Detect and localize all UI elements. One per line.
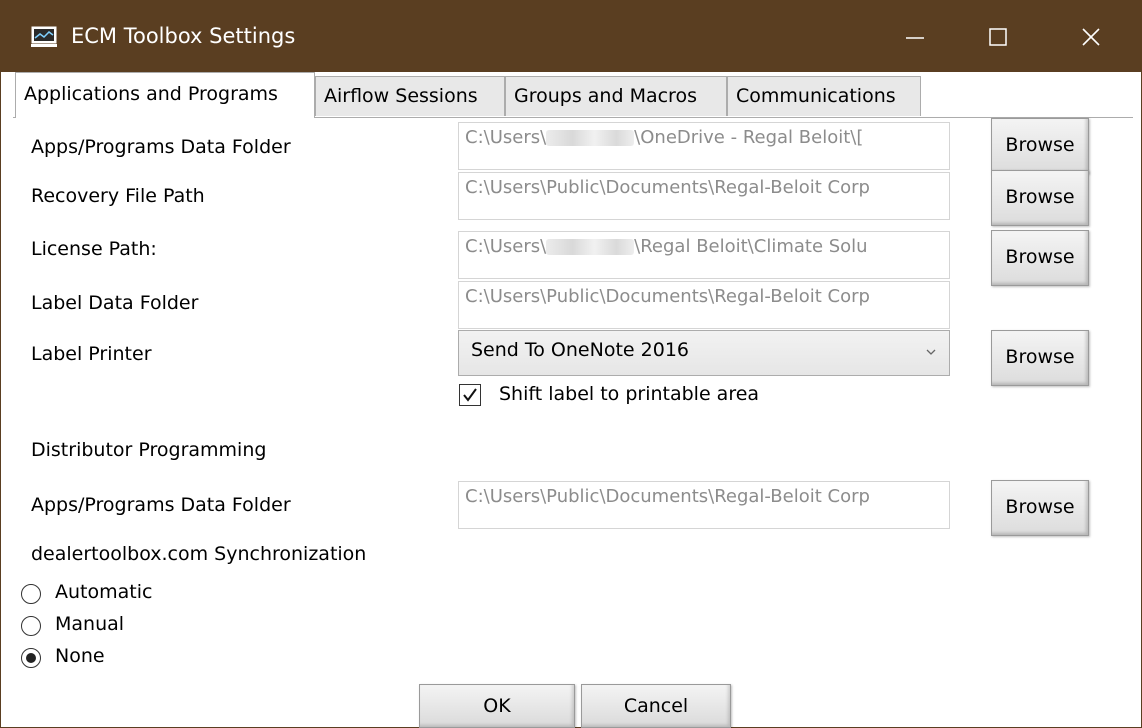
label-printer-label: Label Printer	[31, 343, 152, 365]
path-suffix: \Regal Beloit\Climate Solu	[634, 236, 868, 257]
radio-label: Automatic	[55, 581, 153, 603]
title-bar[interactable]: ECM Toolbox Settings	[1, 0, 1142, 72]
tab-label: Airflow Sessions	[324, 85, 478, 107]
recovery-file-path-label: Recovery File Path	[31, 185, 205, 207]
distributor-programming-heading: Distributor Programming	[31, 439, 267, 461]
sync-label: dealertoolbox.com Synchronization	[31, 543, 367, 565]
tab-label: Communications	[736, 85, 896, 107]
path-prefix: C:\Users\	[465, 127, 547, 148]
radio-label: Manual	[55, 613, 125, 635]
distributor-apps-data-folder-field[interactable]: C:\Users\Public\Documents\Regal-Beloit C…	[458, 481, 950, 529]
radio-manual[interactable]	[21, 616, 41, 636]
shift-label-text: Shift label to printable area	[499, 383, 760, 405]
cancel-button[interactable]: Cancel	[581, 684, 731, 728]
license-path-browse-button[interactable]: Browse	[991, 230, 1089, 286]
close-icon	[1082, 28, 1100, 46]
recovery-file-path-browse-button[interactable]: Browse	[991, 170, 1089, 226]
path-prefix: C:\Users\	[465, 236, 547, 257]
radio-none[interactable]	[21, 648, 41, 668]
license-path-label: License Path:	[31, 238, 157, 260]
minimize-icon	[906, 37, 924, 39]
label-printer-select[interactable]: Send To OneNote 2016	[458, 330, 950, 376]
tab-label: Applications and Programs	[24, 83, 278, 105]
label-data-folder-field[interactable]: C:\Users\Public\Documents\Regal-Beloit C…	[458, 281, 950, 329]
apps-data-folder-label: Apps/Programs Data Folder	[31, 136, 291, 158]
window-title: ECM Toolbox Settings	[71, 24, 296, 48]
chevron-down-icon	[926, 349, 936, 355]
maximize-button[interactable]	[959, 0, 1049, 72]
tab-applications-and-programs[interactable]: Applications and Programs	[15, 72, 315, 118]
shift-label-checkbox[interactable]	[459, 384, 481, 406]
apps-data-folder-field[interactable]: C:\Users\ \OneDrive - Regal Beloit\[	[458, 122, 950, 170]
radio-automatic[interactable]	[21, 584, 41, 604]
radio-label: None	[55, 645, 105, 667]
close-button[interactable]	[1051, 0, 1141, 72]
app-icon	[31, 26, 57, 48]
checkmark-icon	[463, 388, 477, 402]
redacted-username	[546, 130, 635, 146]
redacted-username	[546, 239, 635, 255]
maximize-icon	[989, 28, 1007, 46]
tab-airflow-sessions[interactable]: Airflow Sessions	[315, 76, 505, 116]
tab-communications[interactable]: Communications	[727, 76, 921, 116]
minimize-button[interactable]	[869, 0, 959, 72]
distributor-apps-data-folder-label: Apps/Programs Data Folder	[31, 494, 291, 516]
tab-groups-and-macros[interactable]: Groups and Macros	[505, 76, 727, 116]
license-path-field[interactable]: C:\Users\ \Regal Beloit\Climate Solu	[458, 231, 950, 279]
label-data-folder-label: Label Data Folder	[31, 292, 199, 314]
label-printer-browse-button[interactable]: Browse	[991, 330, 1089, 386]
tab-label: Groups and Macros	[514, 85, 697, 107]
apps-data-folder-browse-button[interactable]: Browse	[991, 118, 1089, 174]
radio-selected-dot	[26, 653, 36, 663]
label-printer-selected: Send To OneNote 2016	[471, 339, 689, 361]
settings-window: ECM Toolbox Settings Applications and Pr…	[0, 0, 1142, 728]
distributor-apps-data-folder-browse-button[interactable]: Browse	[991, 480, 1089, 536]
path-suffix: \OneDrive - Regal Beloit\[	[634, 127, 864, 148]
ok-button[interactable]: OK	[419, 684, 575, 728]
recovery-file-path-field[interactable]: C:\Users\Public\Documents\Regal-Beloit C…	[458, 172, 950, 220]
